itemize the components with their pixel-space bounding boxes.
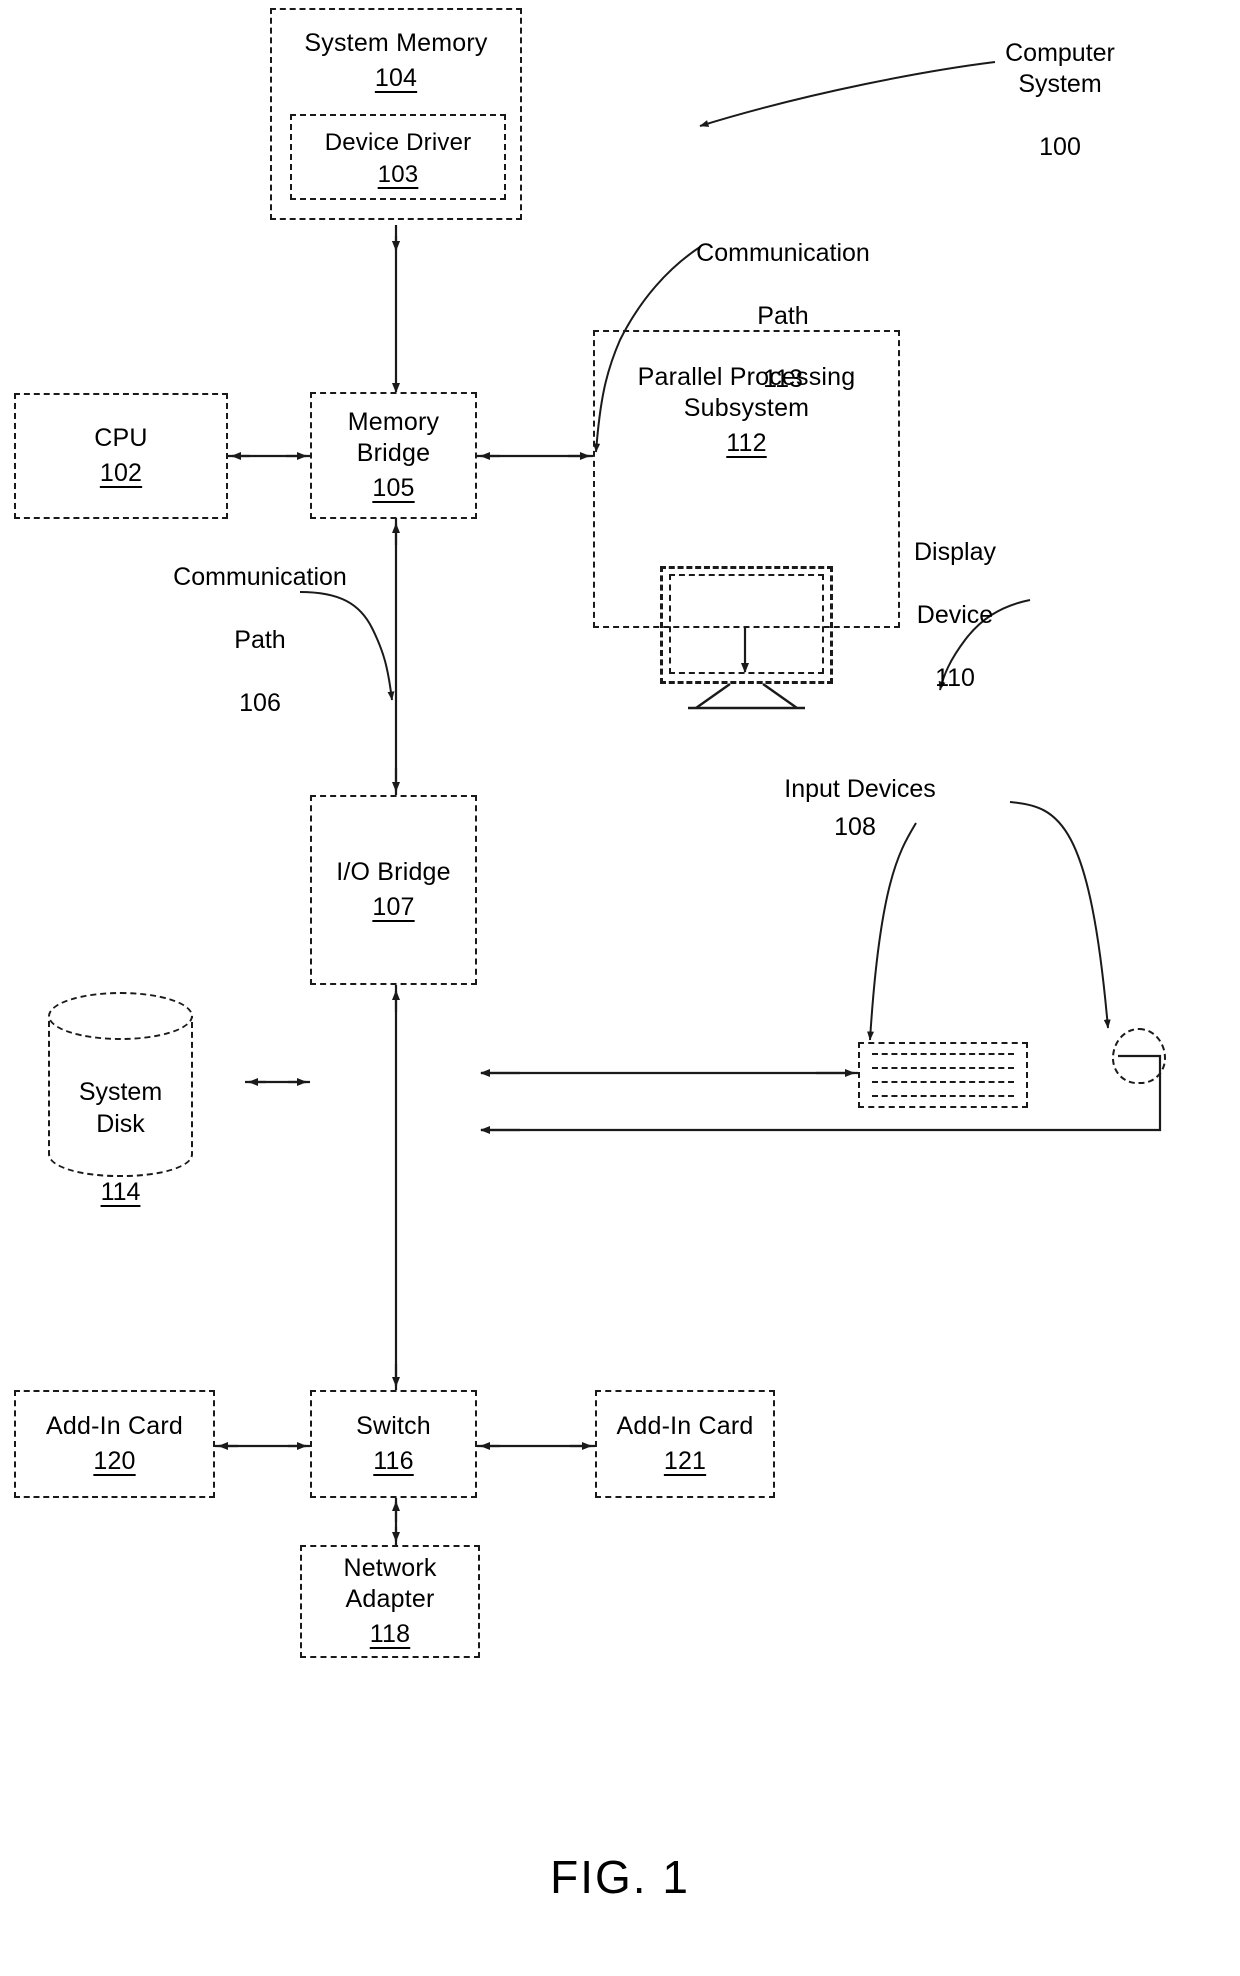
computer-system-number: 100 [1039,133,1081,161]
label-communication-path-106: Communication Path 106 [145,530,375,751]
block-switch[interactable]: Switch 116 [310,1390,477,1498]
keyboard-row [872,1095,1014,1097]
device-driver-title: Device Driver [324,129,472,156]
add-in-card-121-number: 121 [663,1447,707,1475]
path106-line1: Communication [173,562,347,591]
block-cpu[interactable]: CPU 102 [14,393,228,519]
cpu-number: 102 [99,459,143,487]
wire-io-bridge-to-mouse [480,1054,1162,1134]
monitor-screen [669,574,824,674]
block-add-in-card-121[interactable]: Add-In Card 121 [595,1390,775,1498]
block-network-adapter[interactable]: Network Adapter 118 [300,1545,480,1658]
path113-line1: Communication [696,238,870,267]
mouse-icon [1112,1028,1166,1084]
system-disk-title: System Disk [78,1078,163,1138]
memory-bridge-title: Memory Bridge [347,408,440,467]
label-input-devices-number: 108 [790,780,920,875]
block-system-memory[interactable]: System Memory 104 Device Driver 103 [270,8,522,220]
io-bridge-title: I/O Bridge [336,858,451,886]
cpu-title: CPU [94,424,148,452]
block-io-bridge[interactable]: I/O Bridge 107 [310,795,477,985]
path106-line2: Path [234,625,286,654]
system-disk-top-ellipse [48,992,193,1040]
patent-figure-1: System Memory 104 Device Driver 103 Comp… [0,0,1240,1976]
monitor-stand-icon [688,683,805,710]
display-device-line2: Device [916,600,994,629]
switch-number: 116 [373,1447,414,1475]
keyboard-row [872,1053,1014,1055]
memory-bridge-number: 105 [372,474,415,502]
path113-line2: Path [757,301,809,330]
display-device-number: 110 [935,663,975,692]
block-device-driver[interactable]: Device Driver 103 [290,114,506,200]
network-adapter-title: Network Adapter [343,1554,437,1613]
computer-system-line1: Computer System [1005,38,1115,99]
add-in-card-120-number: 120 [93,1447,136,1475]
switch-title: Switch [356,1412,431,1440]
monitor-icon [660,566,833,710]
block-add-in-card-120[interactable]: Add-In Card 120 [14,1390,215,1498]
pps-number: 112 [726,429,767,457]
path106-number: 106 [239,688,281,717]
block-memory-bridge[interactable]: Memory Bridge 105 [310,392,477,519]
connector-layer [215,61,1162,1545]
keyboard-icon [858,1042,1028,1108]
system-memory-title: System Memory [304,29,488,57]
block-system-disk[interactable]: System Disk 114 [48,992,193,1206]
add-in-card-120-title: Add-In Card [46,1412,183,1440]
pps-title: Parallel Processing Subsystem [637,363,856,422]
input-devices-number: 108 [834,812,876,841]
label-display-device: Display Device 110 [860,505,1050,726]
figure-caption: FIG. 1 [550,1851,690,1903]
system-memory-number: 104 [374,64,418,92]
keyboard-row [872,1081,1014,1083]
add-in-card-121-title: Add-In Card [616,1412,754,1440]
label-computer-system: Computer System 100 [960,6,1160,195]
system-disk-number: 114 [100,1178,141,1206]
leader-computer-system [699,61,996,127]
network-adapter-number: 118 [369,1620,411,1648]
system-disk-text: System Disk 114 [48,1044,193,1240]
keyboard-row [872,1067,1014,1069]
io-bridge-number: 107 [372,893,415,921]
device-driver-number: 103 [377,160,419,188]
display-device-line1: Display [914,537,996,566]
